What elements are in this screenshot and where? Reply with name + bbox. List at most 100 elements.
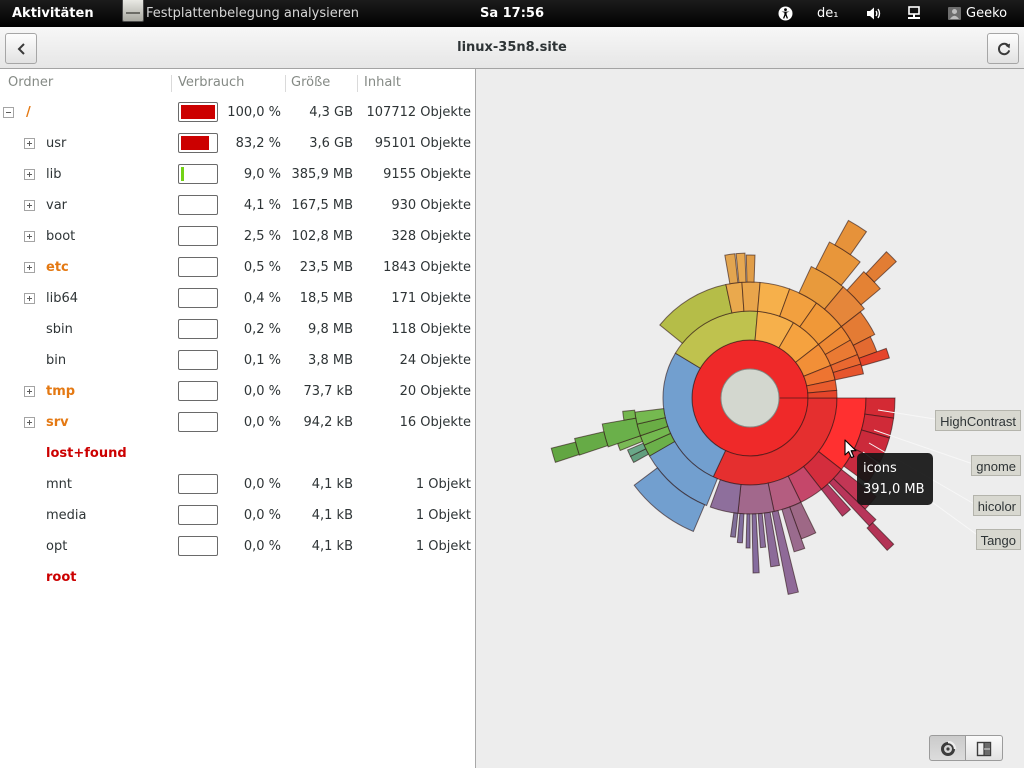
- volume-icon[interactable]: [866, 6, 882, 25]
- refresh-button[interactable]: [987, 33, 1019, 64]
- usage-percent: 0,0 %: [243, 539, 281, 554]
- column-header-folder[interactable]: Ordner: [8, 69, 53, 97]
- back-button[interactable]: [5, 33, 37, 64]
- ring-segment[interactable]: [729, 512, 739, 538]
- usage-bar: [178, 195, 218, 215]
- folder-name: sbin: [46, 322, 73, 337]
- folder-tree-view[interactable]: Ordner Verbrauch Größe Inhalt / 100,0 % 4,…: [0, 69, 476, 768]
- ring-segment[interactable]: [736, 513, 745, 544]
- ring-segment[interactable]: [865, 251, 897, 283]
- usage-bar: [178, 226, 218, 246]
- expand-expander-icon[interactable]: [24, 293, 35, 304]
- folder-row[interactable]: var 4,1 % 167,5 MB 930 Objekte: [0, 190, 475, 221]
- treemap-icon: [976, 741, 992, 757]
- ring-segment[interactable]: [574, 431, 609, 456]
- expand-expander-icon[interactable]: [24, 386, 35, 397]
- item-count: 1 Objekt: [415, 508, 471, 523]
- collapse-expander-icon[interactable]: [3, 107, 14, 118]
- treemap-view-button[interactable]: [966, 735, 1003, 761]
- user-menu[interactable]: Geeko: [966, 0, 1007, 27]
- ring-chart-view-button[interactable]: [929, 735, 966, 761]
- usage-percent: 0,5 %: [243, 260, 281, 275]
- segment-label: HighContrast: [935, 410, 1021, 431]
- user-icon[interactable]: [948, 6, 961, 25]
- go-previous-icon: [17, 43, 25, 55]
- folder-row[interactable]: tmp 0,0 % 73,7 kB 20 Objekte: [0, 376, 475, 407]
- ring-segment[interactable]: [741, 281, 761, 312]
- folder-name: tmp: [46, 384, 76, 399]
- usage-percent: 9,0 %: [243, 167, 281, 182]
- item-count: 1 Objekt: [415, 477, 471, 492]
- network-icon[interactable]: [907, 6, 921, 25]
- expand-expander-icon[interactable]: [24, 200, 35, 211]
- keyboard-layout-indicator[interactable]: de₁: [817, 0, 838, 27]
- column-header-usage[interactable]: Verbrauch: [178, 69, 244, 97]
- usage-bar: [178, 505, 218, 525]
- folder-name: usr: [46, 136, 67, 151]
- app-menu[interactable]: Festplattenbelegung analysieren: [146, 0, 359, 27]
- folder-name: opt: [46, 539, 68, 554]
- ring-segment[interactable]: [737, 482, 775, 515]
- expand-expander-icon[interactable]: [24, 262, 35, 273]
- usage-percent: 100,0 %: [227, 105, 281, 120]
- folder-row[interactable]: bin 0,1 % 3,8 MB 24 Objekte: [0, 345, 475, 376]
- folder-list: / 100,0 % 4,3 GB 107712 Objekte usr 83,2 % 3,6…: [0, 97, 475, 657]
- segment-tooltip: icons 391,0 MB: [857, 453, 933, 505]
- usage-bar: [178, 474, 218, 494]
- usage-percent: 0,0 %: [243, 415, 281, 430]
- usage-bar-fill: [181, 105, 215, 119]
- ring-segment[interactable]: [745, 513, 751, 549]
- usage-percent: 0,0 %: [243, 477, 281, 492]
- usage-percent: 0,2 %: [243, 322, 281, 337]
- folder-row[interactable]: sbin 0,2 % 9,8 MB 118 Objekte: [0, 314, 475, 345]
- segment-label: hicolor: [972, 495, 1021, 516]
- folder-row[interactable]: boot 2,5 % 102,8 MB 328 Objekte: [0, 221, 475, 252]
- usage-bar: [178, 288, 218, 308]
- expand-expander-icon[interactable]: [24, 417, 35, 428]
- expand-expander-icon[interactable]: [24, 169, 35, 180]
- column-header-size[interactable]: Größe: [291, 69, 330, 97]
- folder-row[interactable]: srv 0,0 % 94,2 kB 16 Objekte: [0, 407, 475, 438]
- usage-bar: [178, 536, 218, 556]
- ring-center[interactable]: [720, 368, 780, 428]
- column-separator[interactable]: [285, 75, 286, 92]
- folder-row[interactable]: lost+found: [0, 438, 475, 469]
- folder-name: boot: [46, 229, 76, 244]
- column-header-contents[interactable]: Inhalt: [364, 69, 401, 97]
- folder-name: mnt: [46, 477, 72, 492]
- ring-segment[interactable]: [866, 522, 895, 552]
- ring-segment[interactable]: [550, 441, 580, 464]
- usage-percent: 83,2 %: [235, 136, 281, 151]
- column-separator[interactable]: [357, 75, 358, 92]
- folder-row[interactable]: / 100,0 % 4,3 GB 107712 Objekte: [0, 97, 475, 128]
- item-count: 118 Objekte: [391, 322, 471, 337]
- folder-row[interactable]: mnt 0,0 % 4,1 kB 1 Objekt: [0, 469, 475, 500]
- activities-button[interactable]: Aktivitäten: [12, 0, 94, 27]
- folder-name: root: [46, 570, 77, 585]
- folder-row[interactable]: lib64 0,4 % 18,5 MB 171 Objekte: [0, 283, 475, 314]
- folder-size: 3,6 GB: [309, 136, 353, 151]
- folder-size: 3,8 MB: [308, 353, 353, 368]
- folder-name: lib: [46, 167, 62, 182]
- folder-size: 102,8 MB: [291, 229, 353, 244]
- clock[interactable]: Sa 17:56: [412, 0, 612, 27]
- ring-segment[interactable]: [724, 253, 739, 285]
- ring-segment[interactable]: [751, 513, 760, 574]
- ring-segment[interactable]: [745, 254, 756, 283]
- disk-usage-analyzer-icon[interactable]: [122, 0, 144, 22]
- column-separator[interactable]: [171, 75, 172, 92]
- accessibility-icon[interactable]: [778, 6, 793, 25]
- folder-row[interactable]: etc 0,5 % 23,5 MB 1843 Objekte: [0, 252, 475, 283]
- ring-segment[interactable]: [622, 409, 637, 421]
- folder-row[interactable]: media 0,0 % 4,1 kB 1 Objekt: [0, 500, 475, 531]
- folder-row[interactable]: root: [0, 562, 475, 593]
- folder-size: 23,5 MB: [299, 260, 353, 275]
- folder-row[interactable]: usr 83,2 % 3,6 GB 95101 Objekte: [0, 128, 475, 159]
- folder-row[interactable]: lib 9,0 % 385,9 MB 9155 Objekte: [0, 159, 475, 190]
- folder-row[interactable]: opt 0,0 % 4,1 kB 1 Objekt: [0, 531, 475, 562]
- expand-expander-icon[interactable]: [24, 231, 35, 242]
- folder-name: etc: [46, 260, 69, 275]
- expand-expander-icon[interactable]: [24, 138, 35, 149]
- usage-bar-fill: [181, 167, 184, 181]
- folder-name: /: [26, 105, 31, 120]
